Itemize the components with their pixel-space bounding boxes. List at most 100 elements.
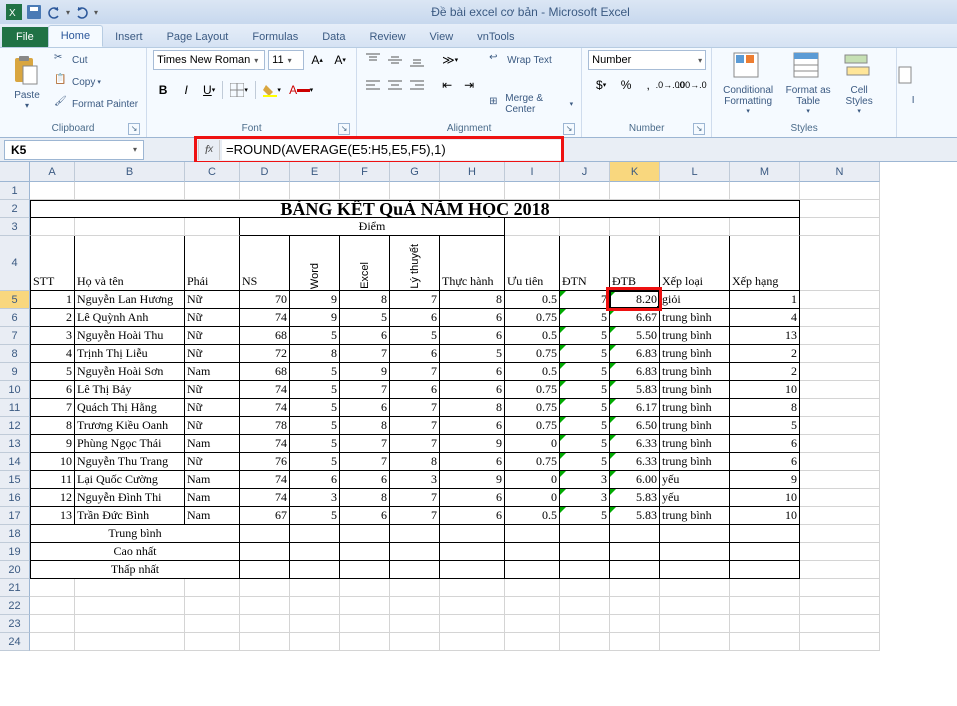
cell[interactable]: 7 [390, 489, 440, 507]
cell[interactable]: 8 [440, 399, 505, 417]
cell[interactable]: 6 [440, 507, 505, 525]
redo-icon[interactable] [74, 4, 90, 20]
tab-page-layout[interactable]: Page Layout [155, 27, 241, 47]
cell[interactable]: yếu [660, 489, 730, 507]
cell[interactable]: Nguyễn Thu Trang [75, 453, 185, 471]
cell[interactable]: trung bình [660, 507, 730, 525]
cell[interactable] [800, 345, 880, 363]
cell[interactable]: 6 [390, 345, 440, 363]
cell[interactable]: 5 [560, 453, 610, 471]
cell[interactable]: yếu [660, 471, 730, 489]
copy-button[interactable]: 📋Copy▾ [52, 72, 140, 92]
save-icon[interactable] [26, 4, 42, 20]
cell[interactable]: 10 [730, 489, 800, 507]
col-header-B[interactable]: B [75, 162, 185, 182]
cell[interactable]: 12 [30, 489, 75, 507]
row-header-22[interactable]: 22 [0, 597, 30, 615]
cell[interactable]: 6 [440, 453, 505, 471]
format-painter-button[interactable]: 🖌Format Painter [52, 94, 140, 114]
cell[interactable]: 8 [730, 399, 800, 417]
cell[interactable] [290, 597, 340, 615]
cell[interactable]: Thực hành [440, 236, 505, 291]
cell[interactable] [800, 417, 880, 435]
cell[interactable]: 5 [560, 435, 610, 453]
cell[interactable]: Nam [185, 435, 240, 453]
cell[interactable]: 6.67 [610, 309, 660, 327]
cell[interactable]: Nam [185, 471, 240, 489]
col-header-K[interactable]: K [610, 162, 660, 182]
cell[interactable] [440, 633, 505, 651]
cell[interactable]: giỏi [660, 291, 730, 309]
cell[interactable]: 7 [390, 363, 440, 381]
cell[interactable] [560, 543, 610, 561]
cell[interactable] [560, 525, 610, 543]
cell[interactable] [800, 507, 880, 525]
cell[interactable] [800, 525, 880, 543]
cell[interactable] [440, 615, 505, 633]
cell[interactable]: Word [290, 236, 340, 291]
cell[interactable]: 7 [560, 291, 610, 309]
cell[interactable] [240, 597, 290, 615]
cell[interactable] [660, 218, 730, 236]
tab-view[interactable]: View [418, 27, 466, 47]
cell[interactable]: 8 [290, 345, 340, 363]
cell[interactable] [560, 615, 610, 633]
cell[interactable]: 74 [240, 399, 290, 417]
cell[interactable]: Nữ [185, 453, 240, 471]
cell[interactable]: Quách Thị Hằng [75, 399, 185, 417]
cell[interactable] [560, 597, 610, 615]
cell[interactable]: 3 [390, 471, 440, 489]
cell[interactable] [660, 561, 730, 579]
number-format-combo[interactable]: Number▾ [588, 50, 706, 70]
cell[interactable] [240, 543, 290, 561]
cell[interactable]: 5 [290, 381, 340, 399]
cell[interactable] [505, 525, 560, 543]
cell[interactable] [660, 543, 730, 561]
cell[interactable]: Nguyễn Đình Thi [75, 489, 185, 507]
row-header-3[interactable]: 3 [0, 218, 30, 236]
col-header-F[interactable]: F [340, 162, 390, 182]
cell[interactable] [730, 525, 800, 543]
cell[interactable] [185, 633, 240, 651]
cell[interactable]: trung bình [660, 345, 730, 363]
cell[interactable]: Họ và tên [75, 236, 185, 291]
cell[interactable]: 0.75 [505, 417, 560, 435]
row-header-24[interactable]: 24 [0, 633, 30, 651]
align-top-button[interactable] [363, 50, 383, 70]
cell[interactable]: 9 [290, 309, 340, 327]
borders-button[interactable]: ▾ [226, 80, 252, 100]
row-header-1[interactable]: 1 [0, 182, 30, 200]
cell[interactable] [610, 633, 660, 651]
row-header-13[interactable]: 13 [0, 435, 30, 453]
cell[interactable]: 7 [340, 345, 390, 363]
cell[interactable] [660, 633, 730, 651]
cell[interactable]: 7 [30, 399, 75, 417]
cell[interactable]: 7 [390, 417, 440, 435]
cell[interactable]: Trịnh Thị Liễu [75, 345, 185, 363]
cell[interactable]: 9 [440, 471, 505, 489]
cell[interactable] [390, 615, 440, 633]
cell[interactable]: 6 [340, 399, 390, 417]
cell[interactable]: 3 [560, 489, 610, 507]
cell[interactable] [800, 291, 880, 309]
cell[interactable]: Nữ [185, 345, 240, 363]
cell[interactable]: Nữ [185, 327, 240, 345]
cell[interactable]: 9 [30, 435, 75, 453]
cell[interactable]: 10 [730, 507, 800, 525]
grow-font-button[interactable]: A▴ [307, 50, 327, 70]
cell[interactable] [800, 597, 880, 615]
cell[interactable] [800, 579, 880, 597]
cell[interactable]: 7 [390, 399, 440, 417]
cell[interactable] [75, 615, 185, 633]
row-header-20[interactable]: 20 [0, 561, 30, 579]
cell[interactable] [390, 543, 440, 561]
align-middle-button[interactable] [385, 50, 405, 70]
cell[interactable]: 8 [340, 291, 390, 309]
cell[interactable] [390, 633, 440, 651]
cell[interactable] [290, 615, 340, 633]
fill-color-button[interactable]: ▾ [259, 80, 285, 100]
paste-button[interactable]: Paste ▾ [6, 50, 48, 116]
cell[interactable]: Thấp nhất [30, 561, 240, 579]
cell[interactable]: Lại Quốc Cường [75, 471, 185, 489]
row-header-16[interactable]: 16 [0, 489, 30, 507]
